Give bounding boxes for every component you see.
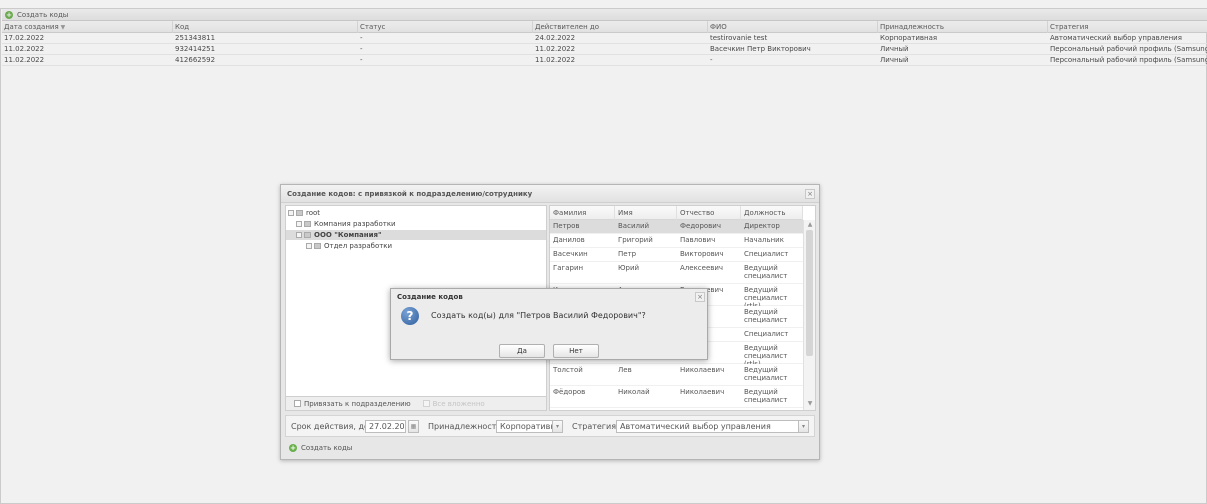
tree-node-root[interactable]: root bbox=[288, 208, 320, 218]
tree-node-dev-company[interactable]: Компания разработки bbox=[296, 219, 396, 229]
dialog-title-bar[interactable]: Создание кодов: с привязкой к подразделе… bbox=[281, 185, 819, 203]
cell-position: Специалист bbox=[744, 330, 789, 338]
cell-surname: Гагарин bbox=[553, 264, 584, 272]
cell-surname: Васечкин bbox=[553, 250, 588, 258]
cell-patronymic: Павлович bbox=[680, 236, 716, 244]
employee-row[interactable]: Васечкин Петр Викторович Специалист bbox=[550, 248, 803, 262]
folder-icon bbox=[314, 243, 321, 249]
all-nested-label: Все вложенно bbox=[432, 399, 485, 408]
cell-position: Начальник bbox=[744, 236, 784, 244]
valid-until-field[interactable]: 27.02.2022 bbox=[365, 420, 406, 433]
column-header-patronymic[interactable]: Отчество bbox=[677, 206, 741, 220]
cell-surname: Данилов bbox=[553, 236, 585, 244]
bind-to-department-label: Привязать к подразделению bbox=[304, 399, 411, 408]
cell-position: Ведущий специалист bbox=[744, 308, 788, 324]
confirm-title: Создание кодов bbox=[397, 293, 463, 301]
scroll-down-icon[interactable]: ▼ bbox=[806, 400, 814, 407]
scroll-thumb[interactable] bbox=[806, 230, 813, 356]
cell-name: Василий bbox=[618, 222, 650, 230]
tree-options: Привязать к подразделению Все вложенно bbox=[285, 397, 547, 411]
code-settings-form: Срок действия, до: 27.02.2022 ▦ Принадле… bbox=[285, 415, 815, 437]
collapse-icon[interactable] bbox=[296, 232, 302, 238]
strategy-label: Стратегия: bbox=[572, 422, 619, 431]
cell-surname: Петров bbox=[553, 222, 580, 230]
expand-icon[interactable] bbox=[296, 221, 302, 227]
strategy-select[interactable]: Автоматический выбор управления bbox=[616, 420, 800, 433]
close-icon[interactable]: × bbox=[695, 292, 705, 302]
column-header-surname[interactable]: Фамилия bbox=[550, 206, 615, 220]
cell-patronymic: Федорович bbox=[680, 222, 721, 230]
employee-row[interactable]: Толстой Лев Николаевич Ведущий специалист bbox=[550, 364, 803, 386]
valid-until-label: Срок действия, до: bbox=[291, 422, 372, 431]
cell-position: Ведущий специалист bbox=[744, 388, 788, 404]
folder-icon bbox=[304, 221, 311, 227]
cell-position: Специалист bbox=[741, 408, 803, 410]
employee-row[interactable]: Данилов Григорий Павлович Начальник bbox=[550, 234, 803, 248]
column-header-name[interactable]: Имя bbox=[615, 206, 677, 220]
cell-surname: Иванов bbox=[550, 408, 615, 410]
dialog-title: Создание кодов: с привязкой к подразделе… bbox=[287, 190, 533, 198]
cell-patronymic: Николаевич bbox=[680, 366, 725, 374]
yes-button[interactable]: Да bbox=[499, 344, 545, 358]
employee-grid-header: Фамилия Имя Отчество Должность bbox=[550, 206, 803, 220]
all-nested-checkbox[interactable] bbox=[422, 400, 430, 407]
cell-name: Лев bbox=[618, 366, 632, 374]
cell-patronymic: Викторович bbox=[680, 250, 724, 258]
cell-name: Петр bbox=[618, 250, 637, 258]
cell-patronymic: Алексеевич bbox=[680, 264, 724, 272]
employee-scrollbar[interactable]: ▲ ▼ bbox=[803, 220, 815, 410]
expand-icon[interactable] bbox=[306, 243, 312, 249]
create-codes-dialog-button[interactable]: + Создать коды bbox=[285, 441, 485, 455]
bind-to-department-checkbox[interactable] bbox=[294, 400, 301, 407]
calendar-icon[interactable]: ▦ bbox=[408, 420, 419, 433]
employee-row[interactable]: ИвановАлександрВасильевичСпециалист bbox=[550, 408, 803, 410]
column-header-position[interactable]: Должность bbox=[741, 206, 803, 220]
cell-position: Директор bbox=[744, 222, 780, 230]
folder-icon bbox=[304, 232, 311, 238]
question-icon: ? bbox=[401, 307, 419, 325]
no-button[interactable]: Нет bbox=[553, 344, 599, 358]
cell-position: Ведущий специалист bbox=[744, 366, 788, 382]
cell-patronymic: Васильевич bbox=[677, 408, 741, 410]
add-icon: + bbox=[289, 444, 297, 452]
scroll-up-icon[interactable]: ▲ bbox=[806, 221, 814, 228]
cell-name: Юрий bbox=[618, 264, 640, 272]
collapse-icon[interactable] bbox=[288, 210, 294, 216]
chevron-down-icon[interactable]: ▾ bbox=[798, 420, 809, 433]
cell-name: Григорий bbox=[618, 236, 653, 244]
ownership-select[interactable]: Корпоративная bbox=[496, 420, 553, 433]
confirm-message: Создать код(ы) для "Петров Василий Федор… bbox=[431, 311, 646, 320]
folder-icon bbox=[296, 210, 303, 216]
close-icon[interactable]: × bbox=[805, 189, 815, 199]
cell-position: Ведущий специалист (rtls) bbox=[744, 286, 788, 306]
cell-position: Ведущий специалист bbox=[744, 264, 788, 280]
employee-row[interactable]: Гагарин Юрий Алексеевич Ведущий специалист bbox=[550, 262, 803, 284]
cell-position: Ведущий специалист (rtls) bbox=[744, 344, 788, 364]
cell-position: Специалист bbox=[744, 250, 789, 258]
cell-surname: Толстой bbox=[553, 366, 583, 374]
confirm-dialog: Создание кодов × ? Создать код(ы) для "П… bbox=[390, 288, 708, 360]
employee-row[interactable]: Петров Василий Федорович Директор bbox=[550, 220, 803, 234]
tree-node-dev-dept[interactable]: Отдел разработки bbox=[306, 241, 392, 251]
tree-node-company[interactable]: ООО "Компания" bbox=[286, 230, 546, 240]
cell-surname: Фёдоров bbox=[553, 388, 586, 396]
create-codes-dialog-label: Создать коды bbox=[301, 444, 353, 452]
cell-name: Николай bbox=[618, 388, 650, 396]
cell-name: Александр bbox=[615, 408, 677, 410]
chevron-down-icon[interactable]: ▾ bbox=[552, 420, 563, 433]
employee-row[interactable]: Фёдоров Николай Николаевич Ведущий специали… bbox=[550, 386, 803, 408]
ownership-label: Принадлежность: bbox=[428, 422, 504, 431]
cell-patronymic: Николаевич bbox=[680, 388, 725, 396]
